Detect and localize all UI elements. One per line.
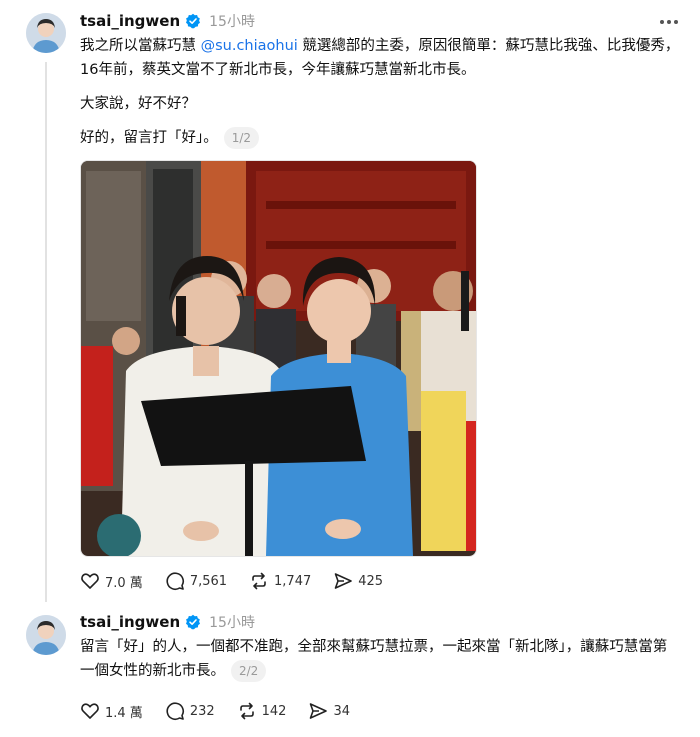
comment-button[interactable]: 7,561	[165, 571, 227, 591]
repost-icon	[252, 572, 266, 590]
avatar[interactable]	[26, 13, 66, 53]
post-header: tsai_ingwen 15小時	[80, 611, 255, 633]
thread-post-2: tsai_ingwen 15小時 留言「好」的人，一個都不准跑，全部來幫蘇巧慧拉…	[0, 603, 700, 737]
share-arrow-icon	[310, 703, 328, 719]
heart-icon	[81, 573, 99, 589]
post-body: 留言「好」的人，一個都不准跑，全部來幫蘇巧慧拉票，一起來當「新北隊」，讓蘇巧慧當…	[80, 635, 680, 683]
repost-button[interactable]: 1,747	[249, 571, 311, 591]
thread-counter: 1/2	[223, 127, 260, 149]
share-arrow-icon	[334, 573, 353, 589]
post-text: 留言「好」的人，一個都不准跑，全部來幫蘇巧慧拉票，一起來當「新北隊」，讓蘇巧慧當…	[80, 639, 668, 679]
username[interactable]: tsai_ingwen	[80, 613, 180, 631]
post-actions: 7.0 萬 7,561 1,747 425	[80, 571, 405, 591]
thread-line	[45, 62, 47, 602]
post-time[interactable]: 15小時	[209, 11, 255, 31]
post-paragraph-1: 我之所以當蘇巧慧 @su.chiaohui 競選總部的主委，原因很簡單：蘇巧慧比…	[80, 34, 680, 82]
repost-count: 142	[261, 703, 287, 719]
repost-icon	[239, 702, 254, 720]
post-paragraph-3-text: 好的，留言打「好」。	[80, 130, 218, 146]
thread-counter: 2/2	[231, 660, 267, 682]
like-count: 7.0 萬	[105, 575, 143, 591]
post-body: 我之所以當蘇巧慧 @su.chiaohui 競選總部的主委，原因很簡單：蘇巧慧比…	[80, 34, 680, 150]
mention-link[interactable]: @su.chiaohui	[201, 38, 298, 54]
share-count: 425	[358, 573, 384, 589]
post-photo[interactable]	[80, 160, 477, 557]
share-button[interactable]: 34	[308, 701, 350, 721]
post-paragraph-2: 大家說，好不好？	[80, 96, 196, 112]
post-text-before-mention: 我之所以當蘇巧慧	[80, 38, 201, 54]
thread-post-1: tsai_ingwen 15小時 我之所以當蘇巧慧 @su.chiaohui 競…	[0, 0, 700, 602]
repost-button[interactable]: 142	[237, 701, 287, 721]
like-button[interactable]: 1.4 萬	[80, 701, 143, 721]
comment-count: 7,561	[189, 573, 228, 589]
username[interactable]: tsai_ingwen	[80, 12, 180, 30]
post-time[interactable]: 15小時	[209, 612, 255, 632]
like-count: 1.4 萬	[105, 705, 143, 721]
heart-icon	[81, 703, 99, 719]
avatar[interactable]	[26, 615, 66, 655]
share-count: 34	[333, 703, 351, 719]
post-paragraph-3: 好的，留言打「好」。 1/2	[80, 126, 680, 150]
comment-button[interactable]: 232	[165, 701, 215, 721]
like-button[interactable]: 7.0 萬	[80, 571, 143, 591]
verified-badge-icon	[185, 13, 201, 29]
comment-count: 232	[189, 703, 215, 719]
post-header: tsai_ingwen 15小時	[80, 10, 255, 32]
comment-bubble-icon	[166, 572, 184, 591]
repost-count: 1,747	[274, 573, 312, 589]
share-button[interactable]: 425	[333, 571, 383, 591]
verified-badge-icon	[185, 614, 201, 630]
post-paragraph-1: 留言「好」的人，一個都不准跑，全部來幫蘇巧慧拉票，一起來當「新北隊」，讓蘇巧慧當…	[80, 635, 680, 683]
more-dots-icon[interactable]	[660, 20, 678, 24]
post-actions: 1.4 萬 232 142 34	[80, 701, 372, 721]
comment-bubble-icon	[166, 702, 184, 721]
